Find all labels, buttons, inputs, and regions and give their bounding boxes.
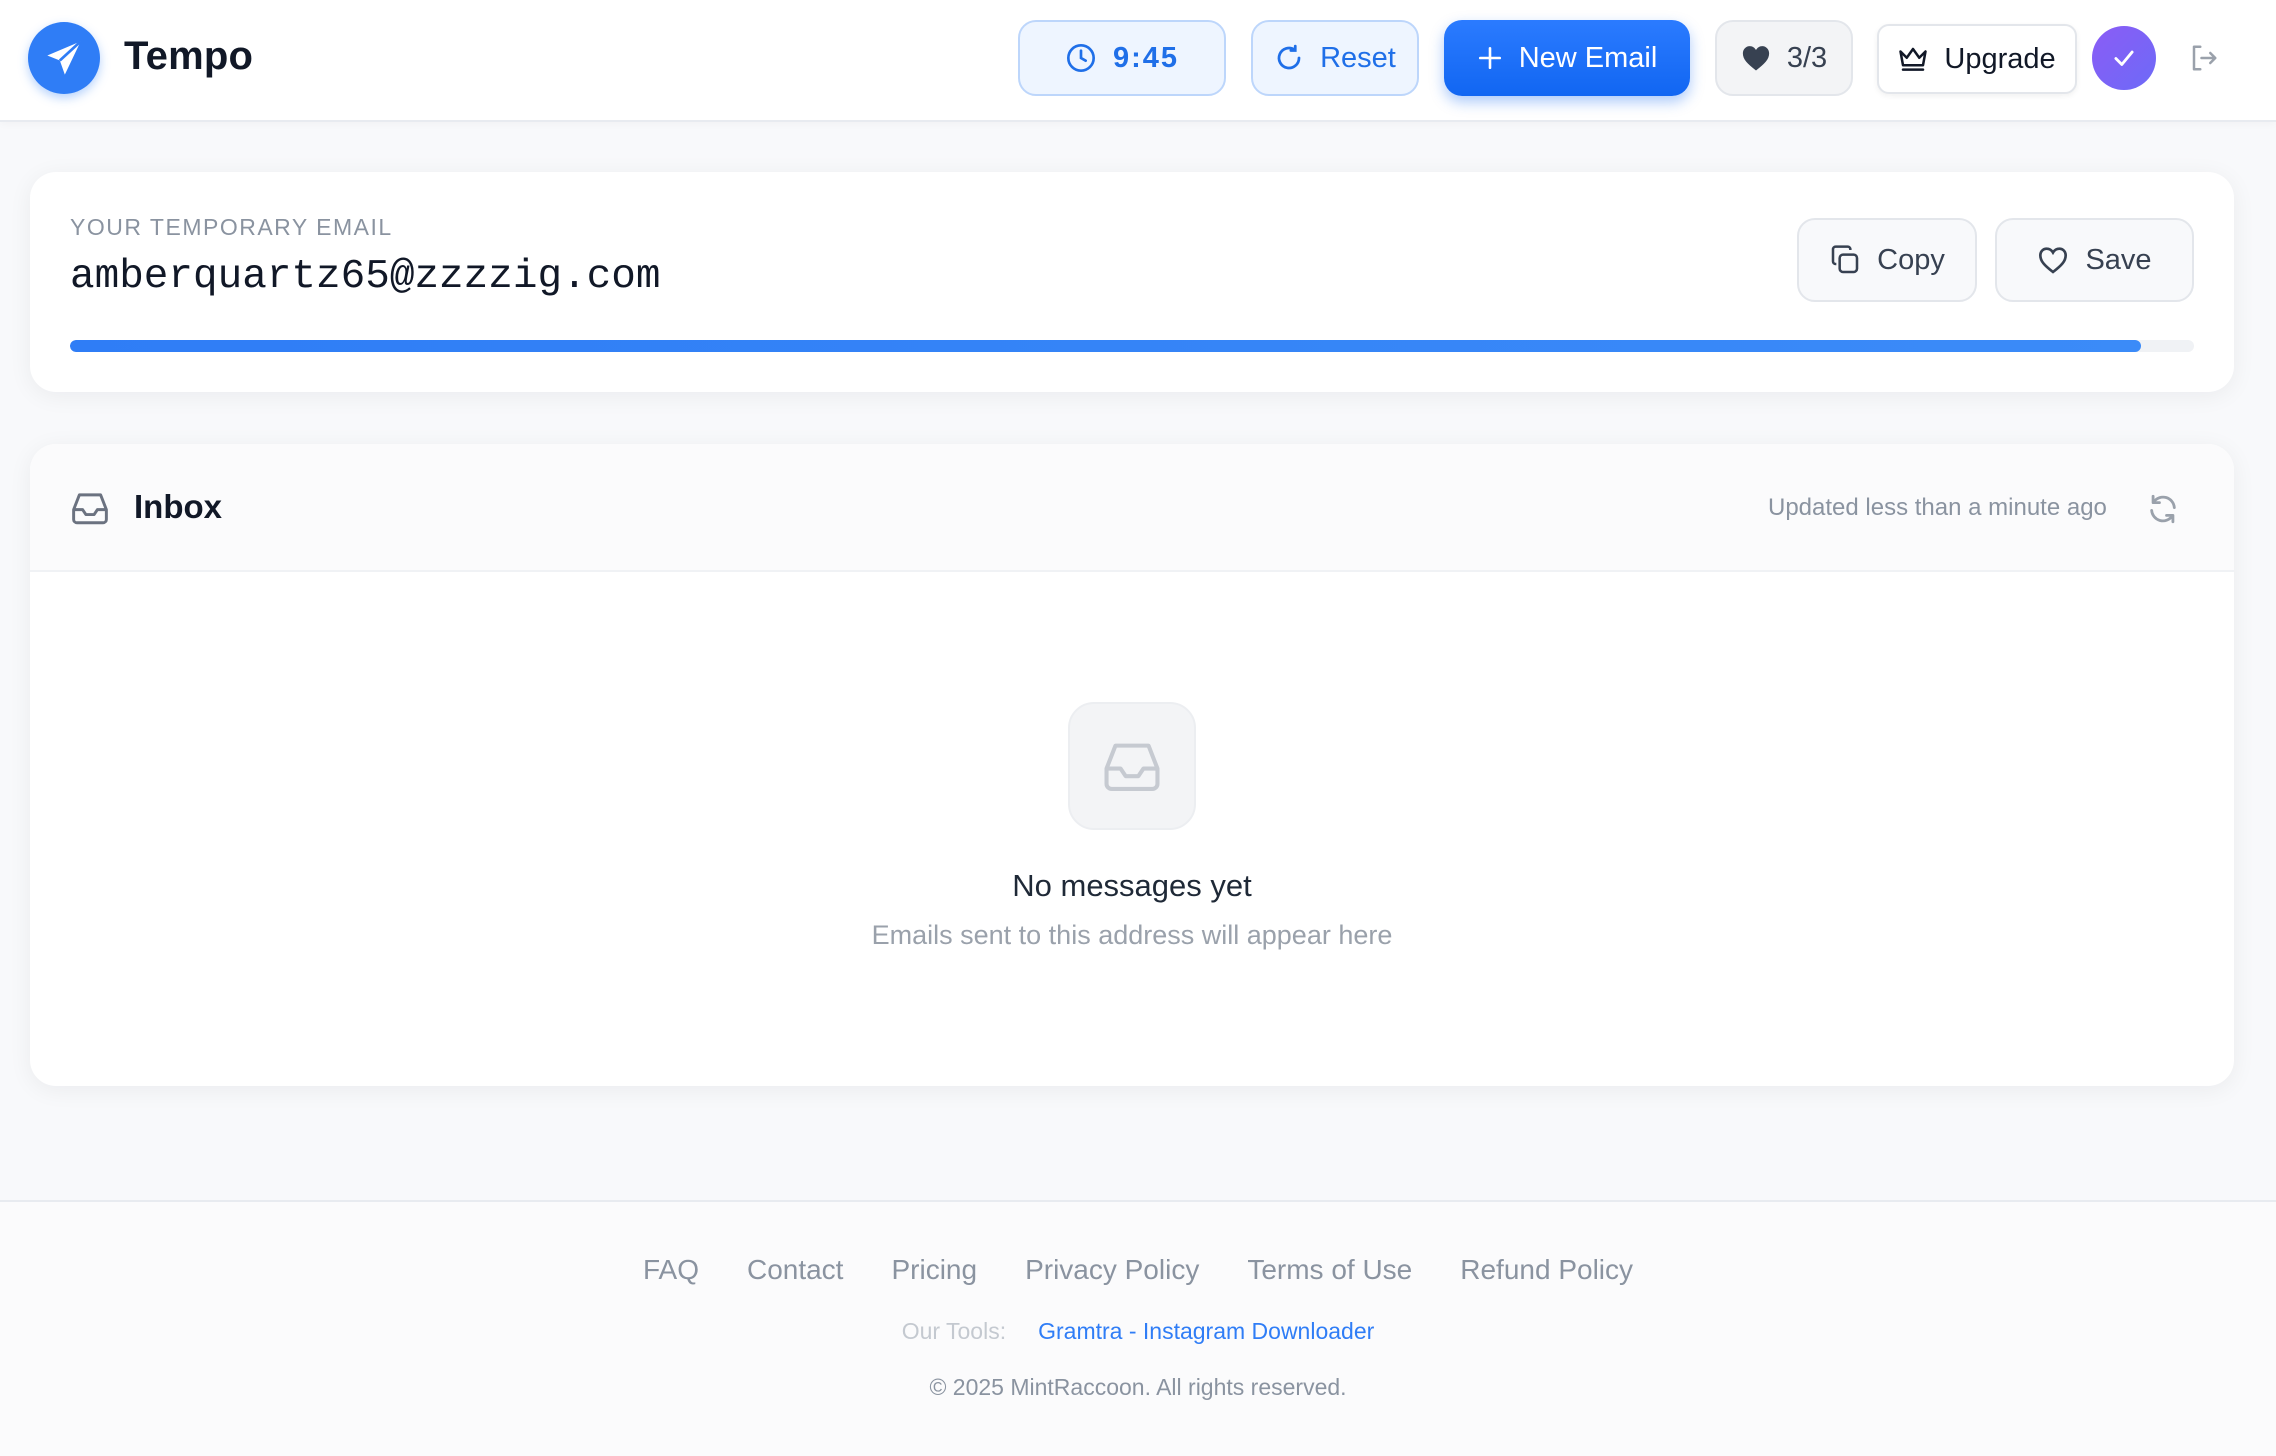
- inbox-icon: [72, 493, 108, 525]
- heart-icon: [1742, 46, 1769, 71]
- inbox-header: Inbox Updated less than a minute ago: [30, 444, 2234, 572]
- crown-icon: [1899, 47, 1928, 71]
- reset-label: Reset: [1320, 41, 1396, 74]
- email-label: YOUR TEMPORARY EMAIL: [70, 214, 393, 240]
- inbox-empty-icon: [1104, 743, 1160, 791]
- footer: FAQ Contact Pricing Privacy Policy Terms…: [0, 1200, 2276, 1456]
- footer-link-pricing[interactable]: Pricing: [891, 1254, 977, 1286]
- empty-inbox-title: No messages yet: [1012, 868, 1252, 903]
- paper-plane-icon: [47, 40, 82, 75]
- email-address[interactable]: amberquartz65@zzzzig.com: [70, 254, 661, 300]
- favorites-button[interactable]: 3/3: [1715, 20, 1853, 96]
- copy-button[interactable]: Copy: [1797, 218, 1977, 302]
- footer-links: FAQ Contact Pricing Privacy Policy Terms…: [0, 1254, 2276, 1286]
- email-card: YOUR TEMPORARY EMAIL amberquartz65@zzzzi…: [30, 172, 2234, 392]
- heart-outline-icon: [2039, 247, 2068, 274]
- brand-name: Tempo: [124, 34, 254, 78]
- user-avatar[interactable]: [2092, 26, 2156, 90]
- page: Tempo 9:45 Reset New Email 3/3 Upgrade Y…: [0, 0, 2276, 1456]
- copy-icon: [1831, 245, 1859, 274]
- footer-link-contact[interactable]: Contact: [747, 1254, 844, 1286]
- tools-label: Our Tools:: [901, 1318, 1007, 1344]
- top-header: Tempo 9:45 Reset New Email 3/3 Upgrade: [0, 0, 2276, 122]
- expiry-progress-bar: [70, 340, 2194, 352]
- timer-button[interactable]: 9:45: [1018, 20, 1226, 96]
- inbox-card: Inbox Updated less than a minute ago No …: [30, 444, 2234, 1086]
- plus-icon: [1478, 46, 1501, 70]
- tools-row: Our Tools: Gramtra - Instagram Downloade…: [0, 1318, 2276, 1345]
- footer-link-terms[interactable]: Terms of Use: [1247, 1254, 1412, 1286]
- clock-icon: [1066, 44, 1095, 72]
- tools-link-gramtra[interactable]: Gramtra - Instagram Downloader: [1038, 1318, 1374, 1345]
- reset-button[interactable]: Reset: [1251, 20, 1419, 96]
- copy-label: Copy: [1877, 243, 1945, 276]
- copyright: © 2025 MintRaccoon. All rights reserved.: [929, 1374, 1347, 1400]
- footer-link-privacy[interactable]: Privacy Policy: [1025, 1254, 1199, 1286]
- save-label: Save: [2085, 243, 2152, 276]
- favorites-count: 3/3: [1786, 41, 1828, 74]
- refresh-icon[interactable]: [2146, 492, 2180, 526]
- inbox-updated-status: Updated less than a minute ago: [1768, 494, 2107, 521]
- upgrade-label: Upgrade: [1944, 42, 2056, 75]
- expiry-progress-fill: [70, 340, 2141, 352]
- check-icon: [2114, 50, 2134, 66]
- logo[interactable]: [28, 22, 100, 94]
- logout-button[interactable]: [2188, 42, 2220, 74]
- new-email-label: New Email: [1518, 41, 1658, 74]
- logout-icon: [2192, 45, 2217, 71]
- timer-value: 9:45: [1112, 41, 1180, 74]
- save-button[interactable]: Save: [1995, 218, 2194, 302]
- upgrade-button[interactable]: Upgrade: [1877, 24, 2077, 94]
- footer-link-refund[interactable]: Refund Policy: [1460, 1254, 1633, 1286]
- empty-inbox-illustration: [1068, 702, 1196, 830]
- rotate-icon: [1277, 44, 1301, 70]
- new-email-button[interactable]: New Email: [1444, 20, 1690, 96]
- footer-link-faq[interactable]: FAQ: [643, 1254, 699, 1286]
- inbox-title: Inbox: [134, 488, 222, 525]
- empty-inbox-subtitle: Emails sent to this address will appear …: [871, 920, 1393, 950]
